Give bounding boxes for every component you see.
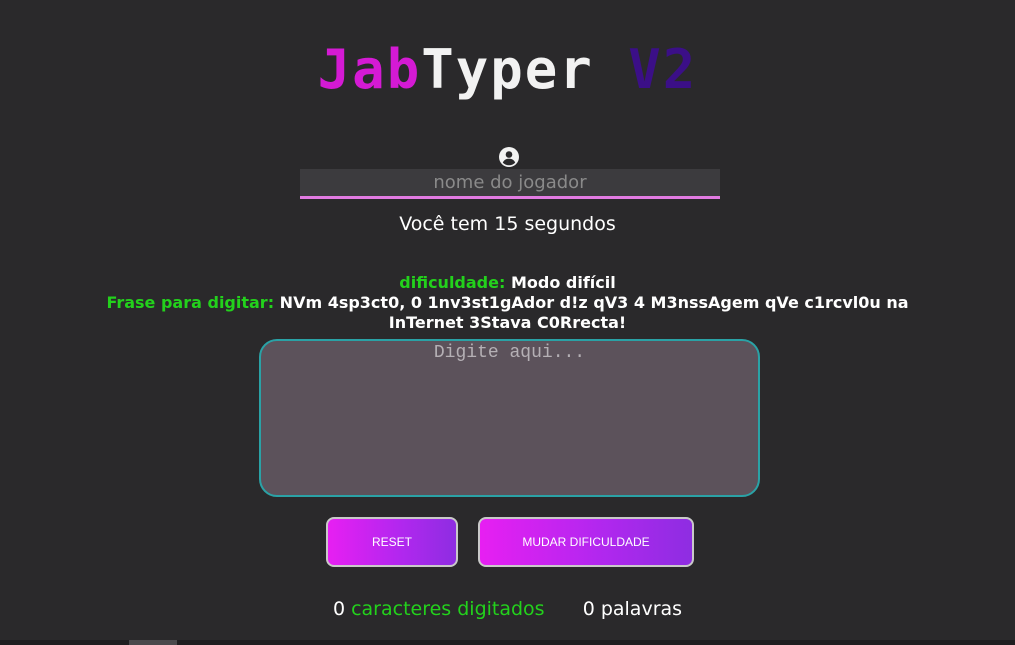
app-title: JabTyper V2 — [0, 40, 1015, 100]
phrase-label: Frase para digitar: — [106, 293, 275, 312]
words-label: palavras — [600, 598, 683, 620]
chars-label: caracteres digitados — [351, 598, 545, 620]
difficulty-line: dificuldade: Modo difícil — [0, 273, 1015, 292]
player-name-input[interactable] — [300, 169, 720, 199]
user-circle-icon — [499, 147, 519, 167]
title-part-version: V2 — [628, 38, 698, 101]
difficulty-label: dificuldade: — [399, 273, 506, 292]
chars-count: 0 — [332, 598, 346, 620]
timer-text: Você tem 15 segundos — [399, 213, 616, 235]
words-count: 0 — [582, 598, 595, 620]
change-difficulty-button[interactable]: MUDAR DIFICULDADE — [478, 517, 694, 567]
horizontal-scrollbar-thumb[interactable] — [129, 640, 177, 645]
reset-button[interactable]: RESET — [326, 517, 458, 567]
phrase-line: Frase para digitar: NVm 4sp3ct0, 0 1nv3s… — [70, 293, 945, 333]
stats-line: 0 caracteres digitados 0 palavras — [0, 598, 1015, 620]
title-part-jab: Jab — [317, 38, 422, 101]
phrase-text: NVm 4sp3ct0, 0 1nv3st1gAdor d!z qV3 4 M3… — [279, 293, 909, 332]
typing-textarea[interactable] — [259, 339, 760, 497]
difficulty-value: Modo difícil — [510, 273, 616, 292]
title-part-typer: Typer — [421, 38, 594, 101]
